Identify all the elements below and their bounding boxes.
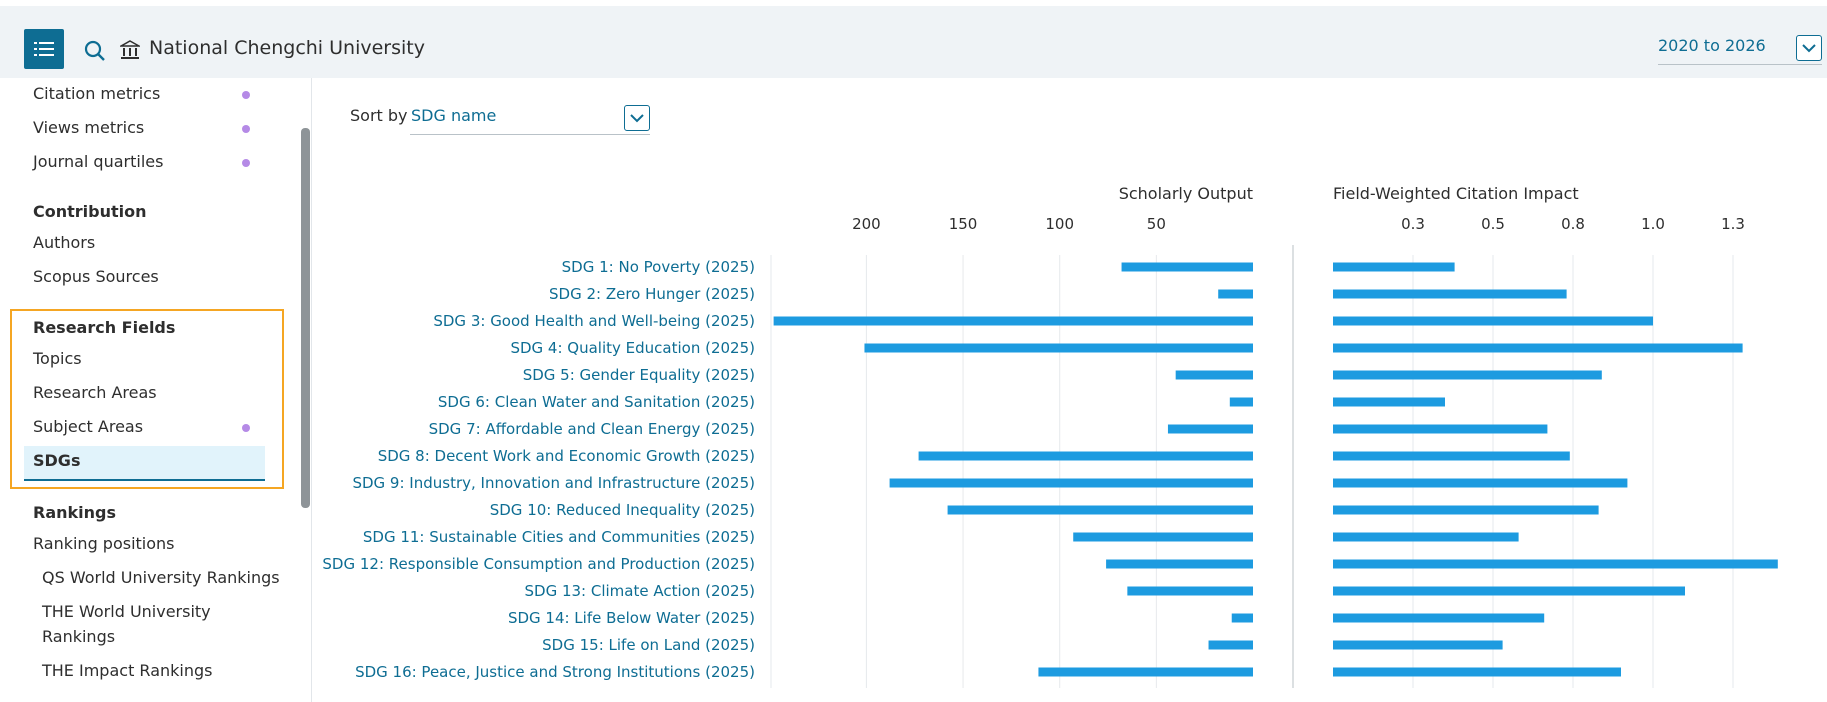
- tick-label: 50: [1147, 215, 1166, 233]
- scholarly-output-bar: [889, 478, 1253, 488]
- tick-label: 1.0: [1641, 215, 1665, 233]
- tick-label: 1.3: [1721, 215, 1745, 233]
- scholarly-output-bar: [1231, 613, 1253, 623]
- scholarly-output-bar: [1121, 262, 1253, 272]
- fwci-bar: [1333, 451, 1570, 461]
- tick-label: 200: [852, 215, 881, 233]
- scholarly-output-bar: [1127, 586, 1253, 596]
- fwci-bar: [1333, 532, 1519, 542]
- sdg-category-label[interactable]: SDG 5: Gender Equality (2025): [523, 366, 755, 384]
- scholarly-output-bar: [1175, 370, 1253, 380]
- fwci-bar: [1333, 667, 1621, 677]
- sdg-category-label[interactable]: SDG 16: Peace, Justice and Strong Instit…: [355, 663, 755, 681]
- fwci-bar: [1333, 370, 1602, 380]
- sdg-category-label[interactable]: SDG 13: Climate Action (2025): [525, 582, 756, 600]
- sdg-category-label[interactable]: SDG 9: Industry, Innovation and Infrastr…: [352, 474, 755, 492]
- scholarly-output-bar: [947, 505, 1253, 515]
- sdg-category-label[interactable]: SDG 7: Affordable and Clean Energy (2025…: [429, 420, 755, 438]
- tick-label: 150: [949, 215, 978, 233]
- fwci-bar: [1333, 559, 1778, 569]
- scholarly-output-bar: [1073, 532, 1253, 542]
- sdg-category-label[interactable]: SDG 2: Zero Hunger (2025): [549, 285, 755, 303]
- sdg-charts: Scholarly Output Field-Weighted Citation …: [322, 184, 1778, 688]
- fwci-bar: [1333, 424, 1548, 434]
- sdg-category-label[interactable]: SDG 1: No Poverty (2025): [562, 258, 755, 276]
- scholarly-output-bar: [1229, 397, 1253, 407]
- scholarly-output-bar: [773, 316, 1253, 326]
- fwci-bar: [1333, 640, 1503, 650]
- chart-title-scholarly-output: Scholarly Output: [1119, 184, 1253, 203]
- sdg-category-label[interactable]: SDG 12: Responsible Consumption and Prod…: [322, 555, 755, 573]
- sdg-category-label[interactable]: SDG 4: Quality Education (2025): [510, 339, 755, 357]
- scholarly-output-bar: [864, 343, 1253, 353]
- fwci-bar: [1333, 505, 1599, 515]
- sdg-category-label[interactable]: SDG 14: Life Below Water (2025): [508, 609, 755, 627]
- sdg-category-label[interactable]: SDG 6: Clean Water and Sanitation (2025): [438, 393, 755, 411]
- tick-label: 100: [1045, 215, 1074, 233]
- chart-title-fwci: Field-Weighted Citation Impact: [1333, 184, 1579, 203]
- scholarly-output-bar: [1106, 559, 1253, 569]
- sdg-category-label[interactable]: SDG 10: Reduced Inequality (2025): [490, 501, 755, 519]
- scholarly-output-bar: [918, 451, 1253, 461]
- scholarly-output-bar: [1038, 667, 1253, 677]
- sdg-category-label[interactable]: SDG 15: Life on Land (2025): [542, 636, 755, 654]
- sdg-category-label[interactable]: SDG 3: Good Health and Well-being (2025): [433, 312, 755, 330]
- scholarly-output-bar: [1208, 640, 1253, 650]
- fwci-bar: [1333, 316, 1653, 326]
- scholarly-output-bar: [1218, 289, 1253, 299]
- fwci-bar: [1333, 397, 1445, 407]
- fwci-bar: [1333, 586, 1685, 596]
- sdg-category-label[interactable]: SDG 11: Sustainable Cities and Communiti…: [363, 528, 755, 546]
- fwci-bar: [1333, 613, 1545, 623]
- fwci-bar: [1333, 343, 1743, 353]
- tick-label: 0.5: [1481, 215, 1505, 233]
- tick-label: 0.3: [1401, 215, 1425, 233]
- fwci-bar: [1333, 262, 1455, 272]
- tick-label: 0.8: [1561, 215, 1585, 233]
- fwci-bar: [1333, 478, 1628, 488]
- fwci-bar: [1333, 289, 1567, 299]
- sdg-category-label[interactable]: SDG 8: Decent Work and Economic Growth (…: [378, 447, 755, 465]
- scholarly-output-bar: [1167, 424, 1253, 434]
